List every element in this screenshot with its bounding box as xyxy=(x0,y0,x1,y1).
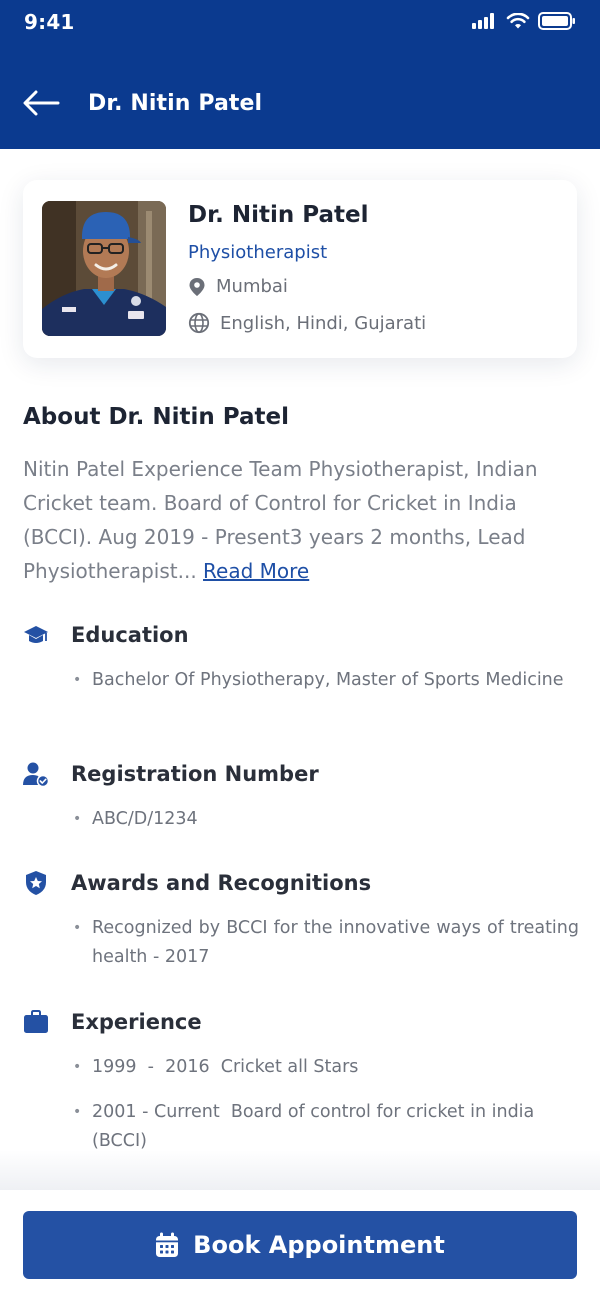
about-text: Nitin Patel Experience Team Physiotherap… xyxy=(23,452,579,588)
status-icons xyxy=(472,12,576,30)
education-section: Education Bachelor Of Physiotherapy, Mas… xyxy=(23,620,579,711)
awards-list: Recognized by BCCI for the innovative wa… xyxy=(23,914,579,972)
awards-title: Awards and Recognitions xyxy=(71,871,372,895)
shield-star-icon xyxy=(23,870,49,896)
briefcase-icon xyxy=(23,1009,49,1035)
wifi-icon xyxy=(506,12,530,28)
doctor-name: Dr. Nitin Patel xyxy=(188,202,369,228)
experience-title: Experience xyxy=(71,1010,202,1034)
awards-section: Awards and Recognitions Recognized by BC… xyxy=(23,868,579,988)
education-title: Education xyxy=(71,623,189,647)
doctor-location: Mumbai xyxy=(188,276,288,297)
doctor-specialty: Physiotherapist xyxy=(188,242,328,263)
bottom-action-bar: Book Appointment xyxy=(0,1190,600,1300)
page-title: Dr. Nitin Patel xyxy=(88,91,263,116)
doctor-location-text: Mumbai xyxy=(216,276,288,297)
app-header: Dr. Nitin Patel xyxy=(0,44,600,149)
registration-section: Registration Number ABC/D/1234 xyxy=(23,759,579,850)
doctor-languages-text: English, Hindi, Gujarati xyxy=(220,312,427,334)
list-item: ABC/D/1234 xyxy=(23,805,579,834)
doctor-avatar xyxy=(42,201,166,336)
doctor-languages: English, Hindi, Gujarati xyxy=(188,312,426,334)
back-button[interactable] xyxy=(22,88,64,118)
graduation-cap-icon xyxy=(23,622,49,648)
experience-list: 1999 - 2016 Cricket all Stars 2001 - Cur… xyxy=(23,1053,579,1156)
registration-title: Registration Number xyxy=(71,762,319,786)
status-bar: 9:41 xyxy=(0,0,600,44)
read-more-link[interactable]: Read More xyxy=(203,559,309,583)
about-title: About Dr. Nitin Patel xyxy=(23,404,289,430)
location-pin-icon xyxy=(189,277,205,296)
book-appointment-label: Book Appointment xyxy=(193,1231,445,1259)
calendar-icon xyxy=(156,1232,179,1257)
education-list: Bachelor Of Physiotherapy, Master of Spo… xyxy=(23,666,579,695)
status-time: 9:41 xyxy=(24,10,75,34)
list-item: Bachelor Of Physiotherapy, Master of Spo… xyxy=(23,666,579,695)
list-item: 1999 - 2016 Cricket all Stars xyxy=(23,1053,579,1082)
list-item: Recognized by BCCI for the innovative wa… xyxy=(23,914,579,972)
doctor-profile-card: Dr. Nitin Patel Physiotherapist Mumbai E… xyxy=(23,180,577,358)
book-appointment-button[interactable]: Book Appointment xyxy=(23,1211,577,1279)
user-verified-icon xyxy=(23,761,49,787)
back-arrow-icon xyxy=(23,90,60,116)
list-item: 2001 - Current Board of control for cric… xyxy=(23,1098,579,1156)
experience-section: Experience 1999 - 2016 Cricket all Stars… xyxy=(23,1007,579,1172)
battery-icon xyxy=(538,12,575,30)
registration-list: ABC/D/1234 xyxy=(23,805,579,834)
bottom-shadow xyxy=(0,1150,600,1190)
globe-icon xyxy=(188,312,210,334)
signal-icon xyxy=(472,13,494,29)
